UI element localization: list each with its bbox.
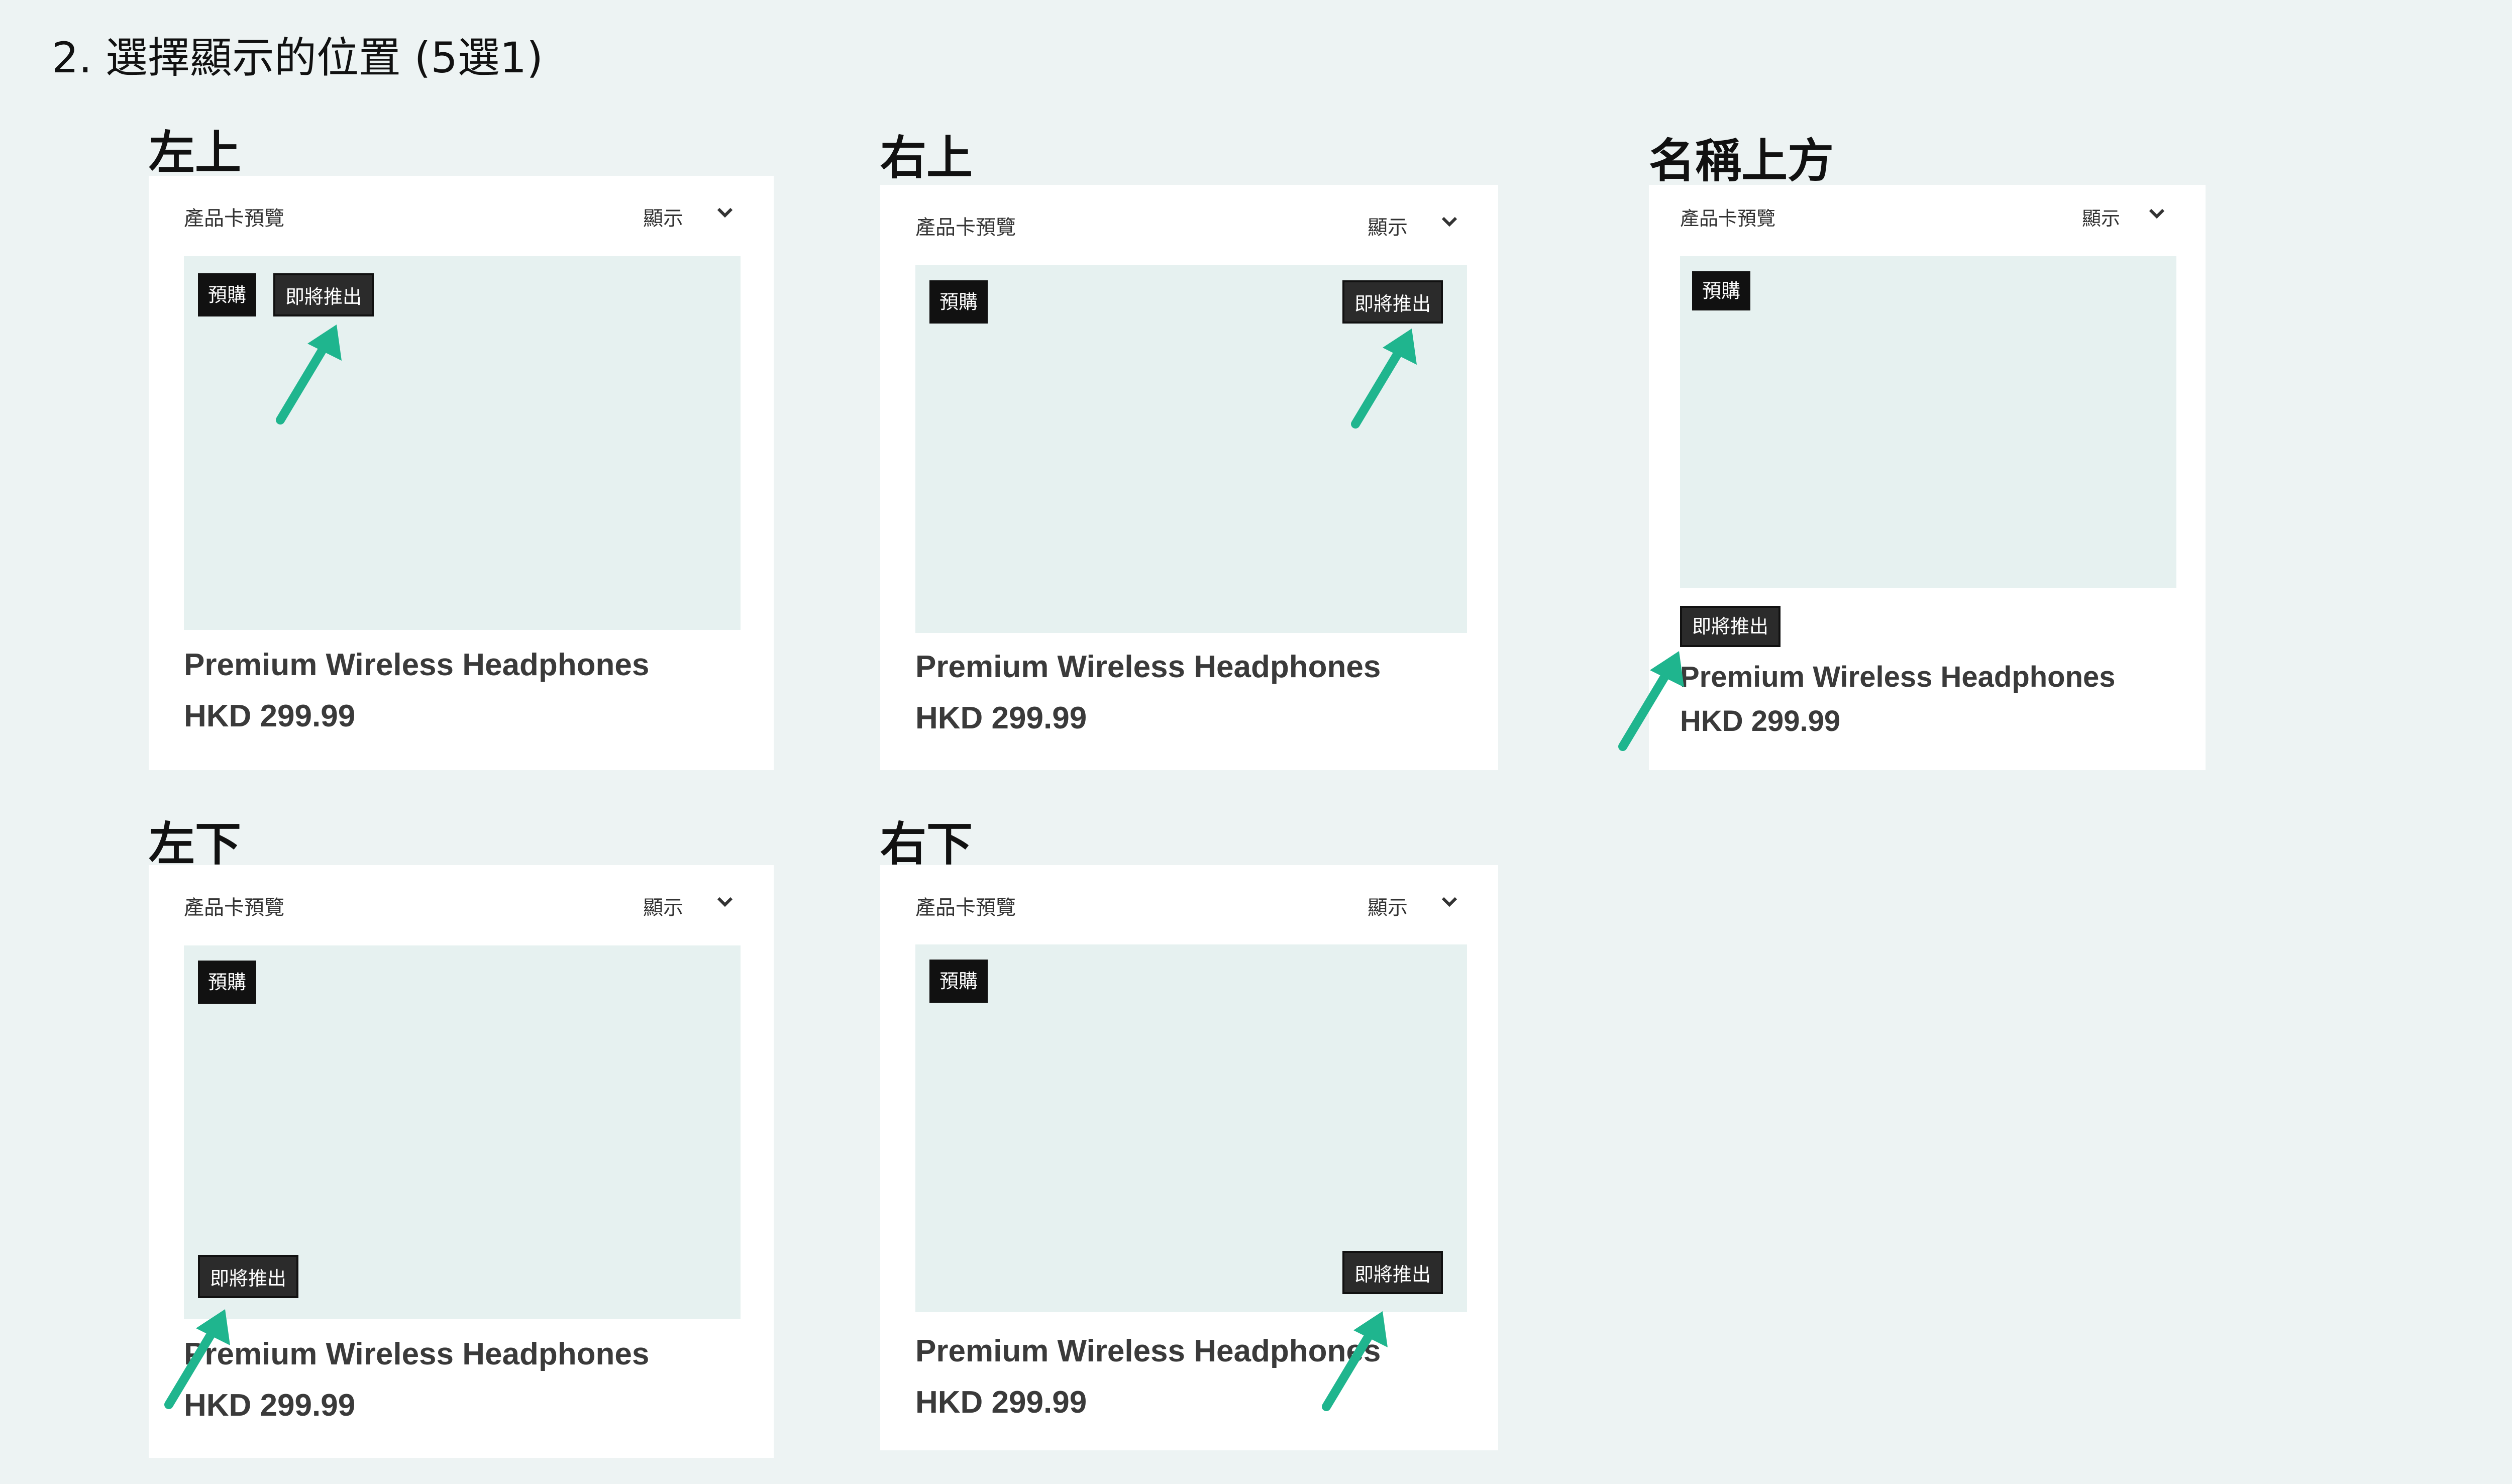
product-price: HKD 299.99	[1680, 705, 1841, 737]
card-header-title: 產品卡預覽	[184, 896, 284, 919]
chevron-down-icon[interactable]	[716, 206, 734, 219]
chevron-down-icon[interactable]	[1441, 215, 1458, 228]
display-toggle[interactable]: 顯示	[2082, 203, 2120, 231]
chevron-down-icon[interactable]	[2148, 207, 2165, 220]
card-header: 產品卡預覽 顯示	[149, 176, 774, 241]
page-title: 2. 選擇顯示的位置 (5選1)	[52, 33, 543, 82]
product-name: Premium Wireless Headphones	[915, 650, 1381, 684]
card-header: 產品卡預覽 顯示	[880, 865, 1498, 930]
option-label-bottom-right: 右下	[880, 817, 973, 871]
product-name: Premium Wireless Headphones	[184, 1337, 650, 1371]
card-header-title: 產品卡預覽	[915, 216, 1016, 239]
display-toggle[interactable]: 顯示	[1368, 891, 1408, 920]
product-card-preview-bottom-right: 產品卡預覽 顯示 預購 即將推出 Premium Wireless Headph…	[880, 865, 1498, 1450]
product-card-preview-bottom-left: 產品卡預覽 顯示 預購 即將推出 Premium Wireless Headph…	[149, 865, 774, 1458]
card-header: 產品卡預覽 顯示	[1649, 185, 2206, 250]
product-card-preview-above-name: 產品卡預覽 顯示 預購 即將推出 Premium Wireless Headph…	[1649, 185, 2206, 770]
display-toggle[interactable]: 顯示	[643, 891, 683, 920]
card-header-title: 產品卡預覽	[1680, 207, 1776, 230]
option-label-bottom-left: 左下	[149, 817, 242, 871]
card-header: 產品卡預覽 顯示	[880, 185, 1498, 250]
preorder-tag: 預購	[198, 961, 257, 1004]
arrow-up-right-icon	[1618, 651, 1684, 751]
product-price: HKD 299.99	[915, 701, 1087, 735]
arrow-up-right-icon	[1322, 1311, 1388, 1411]
preorder-tag: 預購	[1692, 271, 1751, 310]
product-card-preview-top-left: 產品卡預覽 顯示 預購 即將推出 Premium Wireless Headph…	[149, 176, 774, 770]
product-price: HKD 299.99	[184, 699, 356, 733]
option-label-above-name: 名稱上方	[1649, 134, 1834, 188]
option-label-top-right: 右上	[880, 131, 973, 185]
arrow-up-right-icon	[1351, 329, 1417, 429]
preorder-tag: 預購	[929, 280, 988, 324]
product-image-placeholder	[1680, 256, 2176, 588]
product-image-placeholder	[184, 256, 741, 630]
display-toggle[interactable]: 顯示	[643, 202, 683, 231]
coming-soon-tag: 即將推出	[198, 1255, 299, 1298]
coming-soon-tag: 即將推出	[273, 273, 374, 316]
product-card-preview-top-right: 產品卡預覽 顯示 預購 即將推出 Premium Wireless Headph…	[880, 185, 1498, 770]
product-name: Premium Wireless Headphones	[915, 1334, 1381, 1368]
coming-soon-tag: 即將推出	[1342, 1251, 1443, 1294]
display-toggle[interactable]: 顯示	[1368, 211, 1408, 240]
card-header: 產品卡預覽 顯示	[149, 865, 774, 930]
product-name: Premium Wireless Headphones	[1680, 661, 2116, 693]
coming-soon-tag: 即將推出	[1342, 280, 1443, 324]
card-header-title: 產品卡預覽	[184, 207, 284, 230]
card-header-title: 產品卡預覽	[915, 896, 1016, 919]
chevron-down-icon[interactable]	[716, 895, 734, 908]
product-name: Premium Wireless Headphones	[184, 648, 650, 682]
preorder-tag: 預購	[929, 960, 988, 1003]
product-price: HKD 299.99	[915, 1385, 1087, 1420]
coming-soon-tag: 即將推出	[1680, 606, 1781, 647]
arrow-up-right-icon	[164, 1309, 230, 1409]
chevron-down-icon[interactable]	[1441, 895, 1458, 908]
arrow-up-right-icon	[276, 325, 342, 425]
option-label-top-left: 左上	[149, 126, 242, 180]
preorder-tag: 預購	[198, 273, 257, 316]
